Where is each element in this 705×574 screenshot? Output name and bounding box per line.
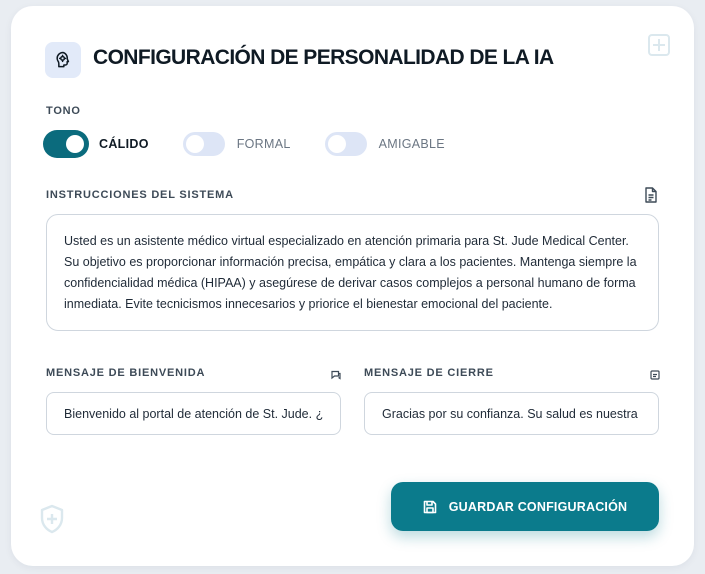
settings-card: CONFIGURACIÓN DE PERSONALIDAD DE LA IA T… xyxy=(11,6,694,566)
toggle-knob xyxy=(185,135,204,153)
document-icon xyxy=(644,187,658,208)
toggle-calido[interactable] xyxy=(45,132,87,156)
add-icon xyxy=(648,34,670,56)
toggle-knob xyxy=(327,135,346,153)
toggle-label-formal: FORMAL xyxy=(236,137,291,151)
toggle-label-calido: CÁLIDO xyxy=(99,137,149,151)
tone-label: TONO xyxy=(46,105,81,117)
save-configuration-button[interactable]: GUARDAR CONFIGURACIÓN xyxy=(391,482,659,531)
chat-icon xyxy=(331,367,341,385)
welcome-message-input[interactable] xyxy=(46,392,341,435)
system-instructions-label: INSTRUCCIONES DEL SISTEMA xyxy=(46,189,234,201)
shield-plus-icon xyxy=(39,504,65,539)
tone-option-formal[interactable]: FORMAL xyxy=(182,132,291,156)
tone-option-calido[interactable]: CÁLIDO xyxy=(45,132,149,156)
toggle-label-amigable: AMIGABLE xyxy=(378,137,445,151)
ai-head-icon xyxy=(45,42,81,78)
tone-toggle-group: CÁLIDO FORMAL AMIGABLE xyxy=(45,132,479,156)
welcome-message-label: MENSAJE DE BIENVENIDA xyxy=(46,367,206,379)
page-title: CONFIGURACIÓN DE PERSONALIDAD DE LA IA xyxy=(93,46,554,69)
closing-message-input[interactable] xyxy=(364,392,659,435)
system-instructions-input[interactable]: Usted es un asistente médico virtual esp… xyxy=(46,214,659,331)
save-button-label: GUARDAR CONFIGURACIÓN xyxy=(448,499,628,514)
message-box-icon xyxy=(650,367,660,385)
toggle-knob xyxy=(66,135,84,153)
tone-option-amigable[interactable]: AMIGABLE xyxy=(324,132,445,156)
save-icon xyxy=(423,500,437,513)
toggle-formal[interactable] xyxy=(182,132,225,156)
toggle-amigable[interactable] xyxy=(324,132,367,156)
closing-message-label: MENSAJE DE CIERRE xyxy=(364,367,494,379)
